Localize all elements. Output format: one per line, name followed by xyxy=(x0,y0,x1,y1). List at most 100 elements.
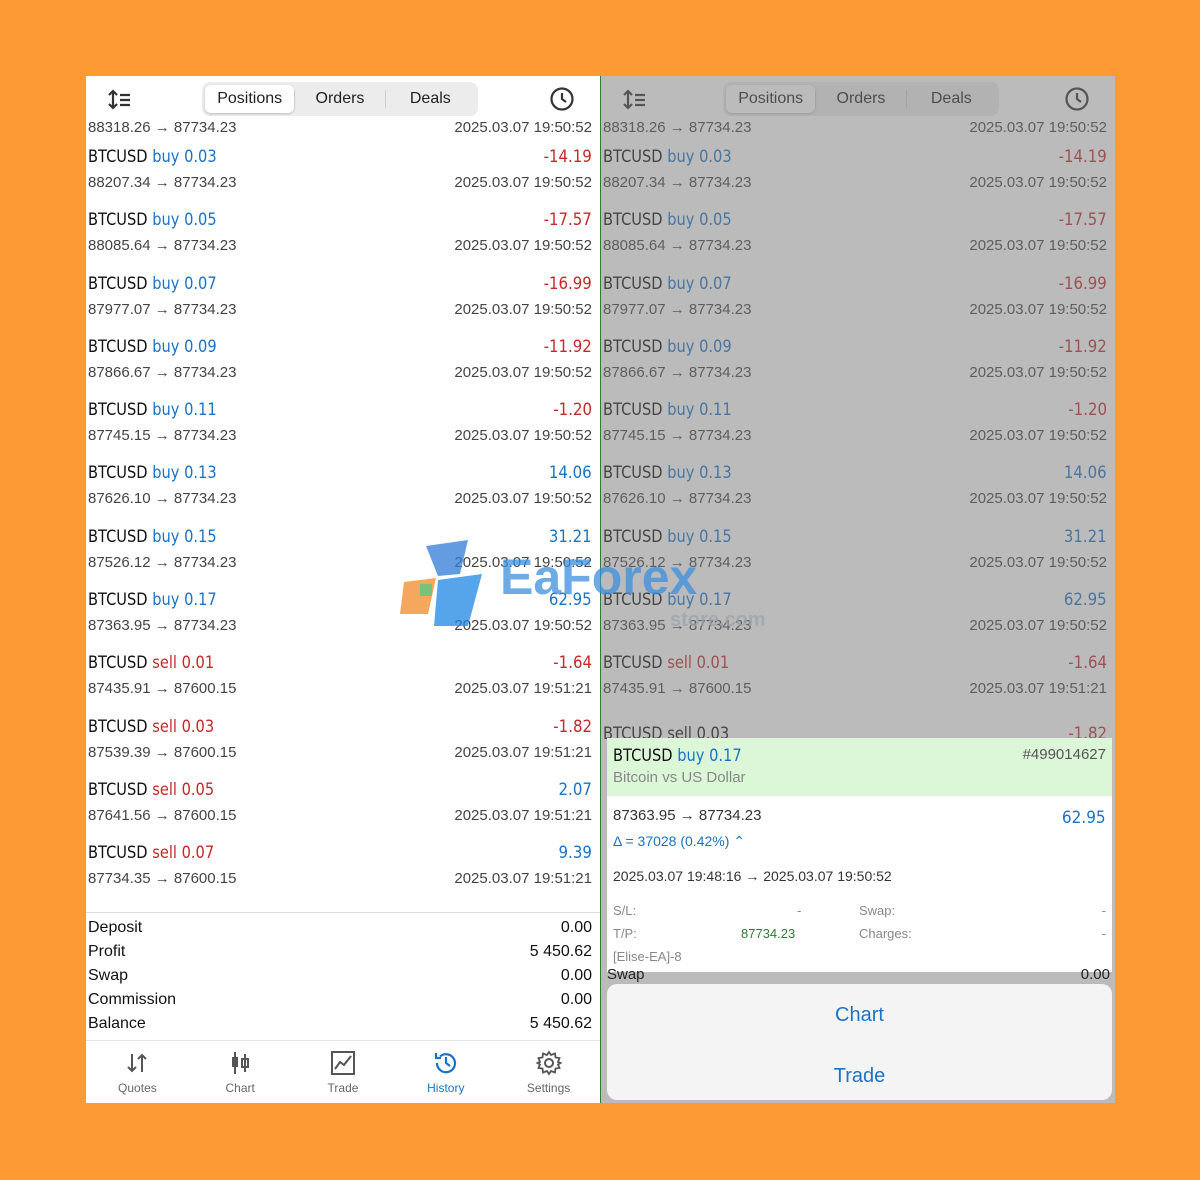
summary-label: Commission xyxy=(88,991,177,1008)
deal-title: BTCUSD buy 0.03 xyxy=(88,147,217,167)
summary-value: 0.00 xyxy=(560,967,592,984)
nav-history[interactable]: History xyxy=(394,1041,497,1103)
deal-prices: 87626.10 → 87734.23 xyxy=(88,490,237,508)
deal-side: buy xyxy=(152,590,180,611)
summary-value: 5 450.62 xyxy=(529,1015,592,1032)
nav-trade[interactable]: Trade xyxy=(292,1041,395,1103)
deal-side: buy xyxy=(152,463,180,484)
nav-chart[interactable]: Chart xyxy=(189,1041,292,1103)
deal-profit: -14.19 xyxy=(543,147,592,167)
detail-volume: 0.17 xyxy=(709,746,742,766)
charges-value: - xyxy=(1101,926,1106,941)
detail-prices: 87363.95 → 87734.23 xyxy=(613,807,762,824)
detail-title: BTCUSD buy 0.17 xyxy=(613,746,742,766)
list-item[interactable]: BTCUSD buy 0.15 31.21 87526.12 → 87734.23 2… xyxy=(86,519,600,582)
deal-volume: 0.03 xyxy=(181,716,215,737)
tp-label: T/P: xyxy=(613,926,637,941)
deal-volume: 0.11 xyxy=(184,400,217,421)
deal-time: 2025.03.07 19:50:52 xyxy=(454,617,592,635)
list-item[interactable]: BTCUSD buy 0.05 -17.57 88085.64 → 87734.23… xyxy=(86,202,600,265)
trade-icon xyxy=(330,1051,355,1075)
summary-label: Profit xyxy=(88,943,126,960)
summary-value: 0.00 xyxy=(1080,966,1110,983)
nav-label: Settings xyxy=(526,1081,571,1095)
tab-orders[interactable]: Orders xyxy=(295,85,384,113)
detail-side: buy xyxy=(677,746,705,766)
summary-profit: Profit 5 450.62 xyxy=(86,941,600,965)
deal-volume: 0.05 xyxy=(184,210,217,231)
detail-delta[interactable]: Δ = 37028 (0.42%) ⌃ xyxy=(613,833,745,850)
list-item[interactable]: BTCUSD buy 0.07 -16.99 87977.07 → 87734.23… xyxy=(86,266,600,329)
deal-side: buy xyxy=(152,336,180,357)
deal-time: 2025.03.07 19:51:21 xyxy=(454,680,592,698)
deal-title: BTCUSD buy 0.07 xyxy=(88,274,217,294)
deal-prices: 88085.64 → 87734.23 xyxy=(88,237,237,255)
tab-positions[interactable]: Positions xyxy=(205,85,295,113)
list-item[interactable]: BTCUSD sell 0.01 -1.64 87435.91 → 87600.15… xyxy=(86,645,600,708)
list-item[interactable]: BTCUSD sell 0.05 2.07 87641.56 → 87600.15 2… xyxy=(86,772,600,835)
deal-symbol: BTCUSD xyxy=(88,653,148,674)
summary-value: 0.00 xyxy=(560,919,592,936)
deal-profit: -1.20 xyxy=(553,400,592,421)
deal-volume: 0.03 xyxy=(184,147,217,167)
deal-volume: 0.01 xyxy=(181,653,215,674)
deal-prices: 87435.91 → 87600.15 xyxy=(88,680,237,698)
nav-label: History xyxy=(427,1081,465,1095)
list-item[interactable]: BTCUSD sell 0.03 -1.82 87539.39 → 87600.15… xyxy=(86,709,600,772)
deal-volume: 0.17 xyxy=(184,590,217,611)
deal-symbol: BTCUSD xyxy=(88,779,148,800)
deal-symbol: BTCUSD xyxy=(88,147,148,167)
nav-label: Trade xyxy=(327,1081,359,1095)
deal-title: BTCUSD buy 0.05 xyxy=(88,210,217,230)
nav-settings[interactable]: Settings xyxy=(497,1041,600,1103)
deal-prices: 87745.15 → 87734.23 xyxy=(88,427,237,445)
deals-list: 88318.26 → 87734.23 2025.03.07 19:50:52 … xyxy=(86,119,600,899)
nav-label: Quotes xyxy=(118,1081,157,1095)
deal-prices: 88207.34 → 87734.23 xyxy=(88,174,237,191)
nav-quotes[interactable]: Quotes xyxy=(86,1041,189,1103)
deal-side: sell xyxy=(152,716,177,737)
list-item[interactable]: BTCUSD buy 0.13 14.06 87626.10 → 87734.23 2… xyxy=(86,455,600,518)
deal-symbol: BTCUSD xyxy=(88,526,148,547)
deal-side: buy xyxy=(152,400,180,421)
list-item[interactable]: BTCUSD buy 0.17 62.95 87363.95 → 87734.23 2… xyxy=(86,582,600,645)
sl-label: S/L: xyxy=(613,903,637,918)
deal-profit: 2.07 xyxy=(558,779,592,800)
deal-side: buy xyxy=(152,526,180,547)
list-item[interactable]: 88318.26 → 87734.23 2025.03.07 19:50:52 xyxy=(86,119,600,139)
tab-deals[interactable]: Deals xyxy=(386,85,475,113)
deal-time: 2025.03.07 19:50:52 xyxy=(454,490,592,508)
deal-time: 2025.03.07 19:51:21 xyxy=(454,743,592,761)
summary-swap: Swap 0.00 xyxy=(86,965,600,989)
list-item[interactable]: BTCUSD buy 0.11 -1.20 87745.15 → 87734.23 2… xyxy=(86,392,600,455)
deal-detail-sheet: BTCUSD buy 0.17 Bitcoin vs US Dollar #49… xyxy=(607,738,1112,972)
deal-profit: -1.82 xyxy=(553,716,592,737)
deal-prices: 87734.35 → 87600.15 xyxy=(88,870,237,888)
detail-description: Bitcoin vs US Dollar xyxy=(613,769,746,786)
clock-icon[interactable] xyxy=(548,85,576,113)
deal-volume: 0.07 xyxy=(181,843,215,864)
trade-button[interactable]: Trade xyxy=(607,1065,1112,1088)
list-item[interactable]: BTCUSD buy 0.03 -14.19 88207.34 → 87734.23… xyxy=(86,139,600,202)
deal-profit: -16.99 xyxy=(543,273,592,294)
deal-time: 2025.03.07 19:50:52 xyxy=(454,427,592,445)
deal-volume: 0.07 xyxy=(184,273,217,294)
deal-symbol: BTCUSD xyxy=(88,400,148,421)
detail-times: 2025.03.07 19:48:16 → 2025.03.07 19:50:5… xyxy=(613,868,892,884)
deal-side: buy xyxy=(152,147,180,167)
deal-prices: 88318.26 → 87734.23 xyxy=(88,119,237,136)
summary-label: Swap xyxy=(88,967,129,984)
sort-icon[interactable] xyxy=(106,86,134,114)
list-item[interactable]: BTCUSD buy 0.09 -11.92 87866.67 → 87734.23… xyxy=(86,329,600,392)
history-screen-left: Positions Orders Deals 88318.26 → 87734.… xyxy=(86,76,600,1103)
deal-symbol: BTCUSD xyxy=(88,273,148,294)
chart-button[interactable]: Chart xyxy=(607,1004,1112,1027)
detail-profit: 62.95 xyxy=(1062,808,1106,828)
deal-profit: 9.39 xyxy=(558,843,592,864)
list-item[interactable]: BTCUSD sell 0.07 9.39 87734.35 → 87600.15 2… xyxy=(86,835,600,898)
summary-label: Balance xyxy=(88,1015,146,1032)
deal-title: BTCUSD sell 0.05 xyxy=(88,780,214,800)
deal-profit: -1.64 xyxy=(553,653,592,674)
detail-ticket: #499014627 xyxy=(1022,746,1106,763)
charges-label: Charges: xyxy=(859,926,912,941)
